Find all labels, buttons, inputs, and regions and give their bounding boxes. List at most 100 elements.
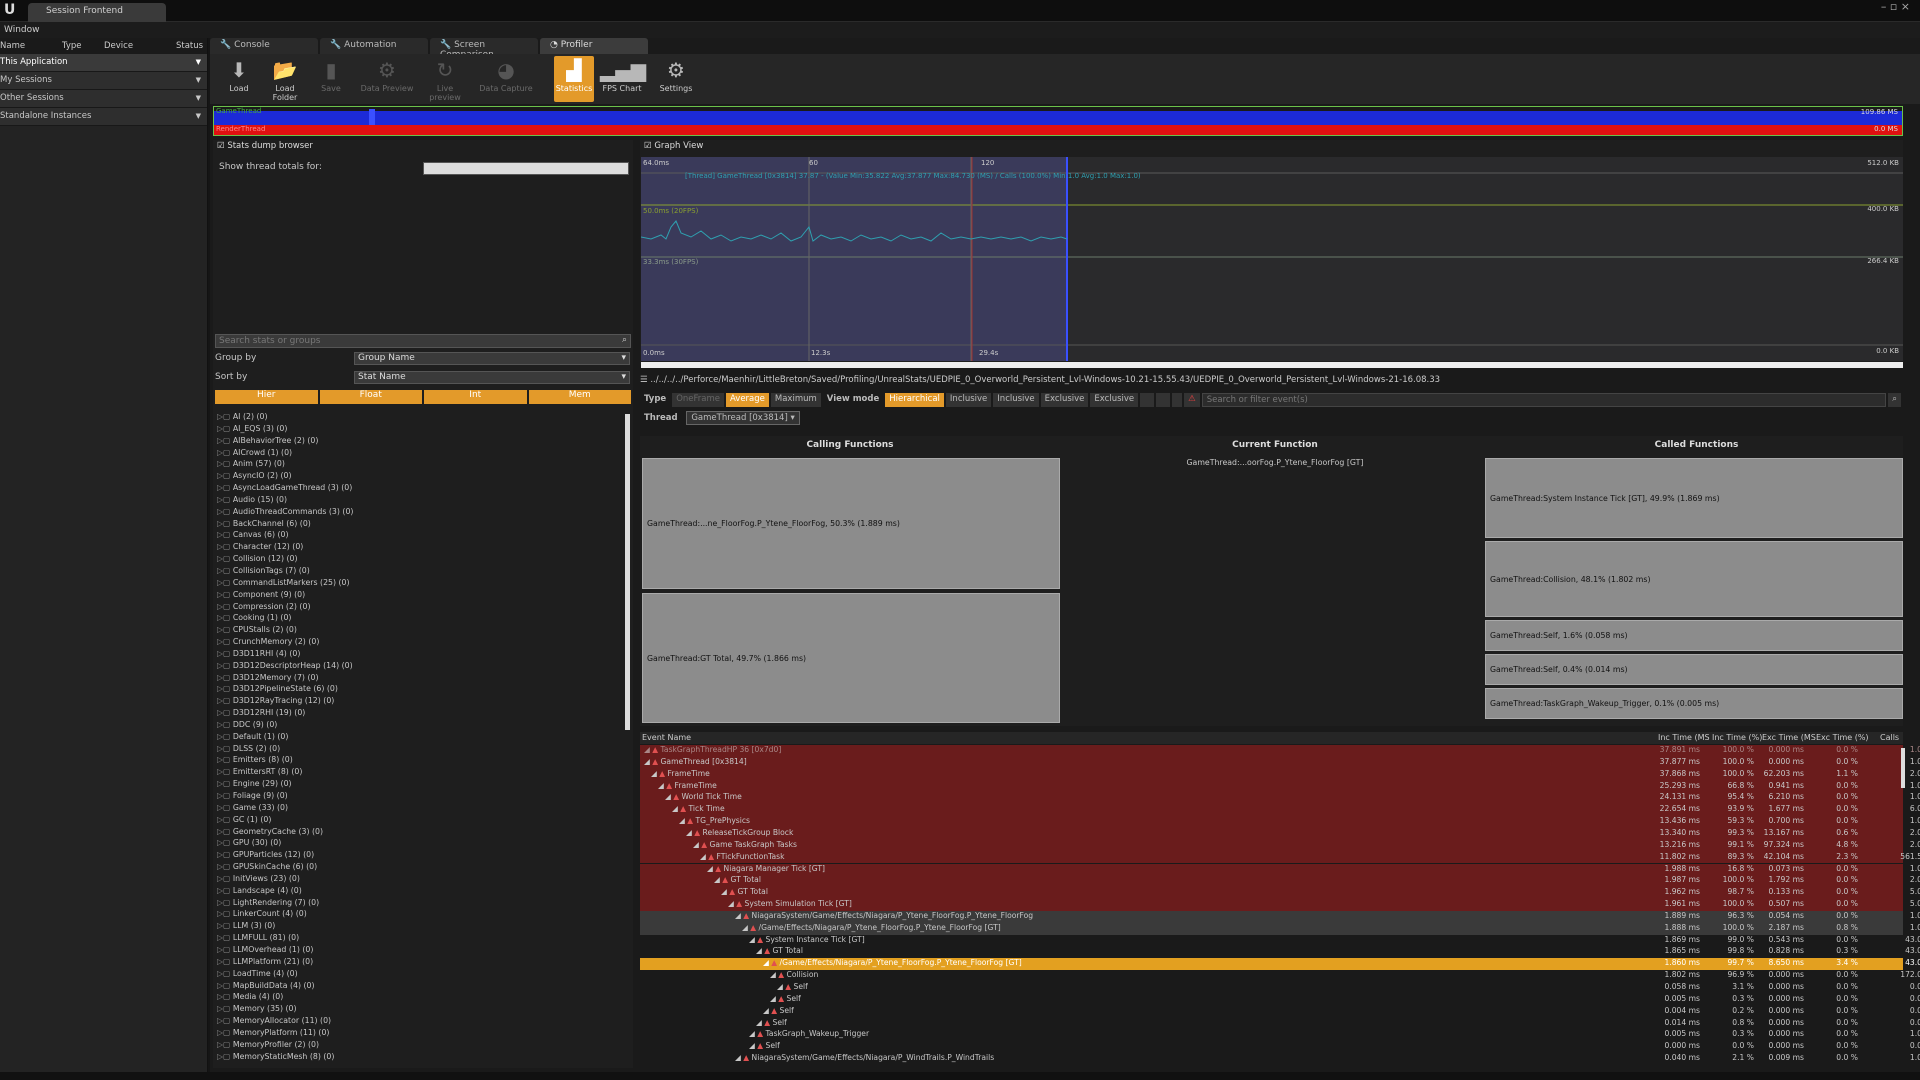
stat-group-row[interactable]: ▷▢ DLSS (2) (0)	[215, 744, 623, 756]
session-row[interactable]: Standalone Instances ▼	[0, 108, 207, 126]
stat-group-row[interactable]: ▷▢ GC (1) (0)	[215, 815, 623, 827]
table-row[interactable]: ◢ ▲ Self 0.000 ms 0.0 % 0.000 ms 0.0 % 0.0	[640, 1041, 1920, 1053]
sort-by-select[interactable]: Stat Name ▾	[354, 371, 630, 384]
load-button[interactable]: ⬇ Load	[216, 56, 262, 102]
window-controls[interactable]: – ▫ ×	[1881, 0, 1910, 13]
stat-group-row[interactable]: ▷▢ Component (9) (0)	[215, 590, 623, 602]
col-status[interactable]: Status	[176, 41, 206, 51]
live-preview-button[interactable]: ↻ Live preview	[420, 56, 470, 102]
stat-group-row[interactable]: ▷▢ DDC (9) (0)	[215, 720, 623, 732]
session-row[interactable]: Other Sessions ▼	[0, 90, 207, 108]
stat-group-row[interactable]: ▷▢ AsyncLoadGameThread (3) (0)	[215, 483, 623, 495]
thread-timeline[interactable]: GameThread RenderThread 109.86 MS 0.0 MS	[213, 106, 1903, 136]
data-capture-button[interactable]: ◕ Data Capture	[478, 56, 534, 102]
history-back-button[interactable]	[1140, 393, 1155, 407]
search-icon[interactable]: ⌕	[1888, 393, 1901, 407]
session-row[interactable]: This Application ▼	[0, 54, 207, 72]
stat-group-row[interactable]: ▷▢ AI (2) (0)	[215, 412, 623, 424]
stat-group-row[interactable]: ▷▢ AICrowd (1) (0)	[215, 448, 623, 460]
stat-group-row[interactable]: ▷▢ Default (1) (0)	[215, 732, 623, 744]
data-preview-button[interactable]: ⚙ Data Preview	[360, 56, 414, 102]
stat-group-row[interactable]: ▷▢ CollisionTags (7) (0)	[215, 566, 623, 578]
fps-chart-button[interactable]: ▂▄▆ FPS Chart	[600, 56, 646, 102]
stat-group-row[interactable]: ▷▢ LinkerCount (4) (0)	[215, 909, 623, 921]
tab-console[interactable]: 🔧 Console	[210, 38, 318, 54]
called-function-box[interactable]: GameThread:Self, 0.4% (0.014 ms)	[1485, 654, 1903, 685]
table-row[interactable]: ◢ ▲ Tick Time 22.654 ms 93.9 % 1.677 ms 0.0 …	[640, 804, 1920, 817]
table-row[interactable]: ◢ ▲ FTickFunctionTask 11.802 ms 89.3 % 42.1…	[640, 851, 1920, 864]
tree-scrollbar[interactable]	[625, 414, 630, 730]
stat-group-row[interactable]: ▷▢ AudioThreadCommands (3) (0)	[215, 507, 623, 519]
col-inc-time-pct[interactable]: Inc Time (%)	[1712, 733, 1762, 742]
stat-group-row[interactable]: ▷▢ GeometryCache (3) (0)	[215, 827, 623, 839]
stat-group-row[interactable]: ▷▢ LoadTime (4) (0)	[215, 969, 623, 981]
stat-group-row[interactable]: ▷▢ CPUStalls (2) (0)	[215, 625, 623, 637]
culling-icon[interactable]: ⚠	[1184, 393, 1200, 407]
table-row[interactable]: ◢ ▲ GT Total 1.962 ms 98.7 % 0.133 ms 0.0 % 5…	[640, 887, 1920, 900]
hierarchical-button[interactable]: Hierarchical	[885, 393, 944, 407]
oneframe-button[interactable]: OneFrame	[672, 393, 724, 407]
col-type[interactable]: Type	[62, 41, 104, 51]
table-row[interactable]: ◢ ▲ System Instance Tick [GT] 1.869 ms 99.…	[640, 935, 1920, 947]
calling-function-box[interactable]: GameThread:...ne_FloorFog.P_Ytene_FloorF…	[642, 458, 1060, 589]
tab-automation[interactable]: 🔧 Automation	[320, 38, 428, 54]
stat-group-row[interactable]: ▷▢ Audio (15) (0)	[215, 495, 623, 507]
graph-canvas[interactable]: 64.0ms 60 120 512.0 KB 400.0 KB 266.4 KB…	[640, 157, 1903, 361]
stat-group-row[interactable]: ▷▢ Anim (57) (0)	[215, 459, 623, 471]
stat-group-row[interactable]: ▷▢ Compression (2) (0)	[215, 602, 623, 614]
col-name[interactable]: Name	[0, 41, 62, 51]
event-scrollbar[interactable]	[1901, 748, 1905, 788]
event-search-input[interactable]: Search or filter event(s)	[1201, 393, 1887, 407]
graph-scrollbar[interactable]	[641, 362, 1903, 368]
stat-group-row[interactable]: ▷▢ MemoryAllocator (11) (0)	[215, 1016, 623, 1028]
table-row[interactable]: ◢ ▲ Self 0.058 ms 3.1 % 0.000 ms 0.0 % 0.0	[640, 982, 1920, 994]
stat-group-row[interactable]: ▷▢ D3D12PipelineState (6) (0)	[215, 684, 623, 696]
stat-group-row[interactable]: ▷▢ CommandListMarkers (25) (0)	[215, 578, 623, 590]
stat-group-row[interactable]: ▷▢ MemoryStaticMesh (8) (0)	[215, 1052, 623, 1064]
stat-group-row[interactable]: ▷▢ GPUParticles (12) (0)	[215, 850, 623, 862]
stat-group-row[interactable]: ▷▢ Game (33) (0)	[215, 803, 623, 815]
session-row[interactable]: My Sessions ▼	[0, 72, 207, 90]
stat-group-row[interactable]: ▷▢ Landscape (4) (0)	[215, 886, 623, 898]
table-row[interactable]: ◢ ▲ GameThread [0x3814] 37.877 ms 100.0 % 0…	[640, 756, 1920, 769]
thread-totals-combo[interactable]	[423, 162, 629, 175]
load-folder-button[interactable]: 📂 Load Folder	[262, 56, 308, 102]
table-row[interactable]: ◢ ▲ Self 0.014 ms 0.8 % 0.000 ms 0.0 % 0.0	[640, 1018, 1920, 1030]
stat-group-row[interactable]: ▷▢ Character (12) (0)	[215, 542, 623, 554]
stat-group-row[interactable]: ▷▢ Memory (35) (0)	[215, 1004, 623, 1016]
called-function-box[interactable]: GameThread:TaskGraph_Wakeup_Trigger, 0.1…	[1485, 688, 1903, 719]
stat-group-row[interactable]: ▷▢ BackChannel (6) (0)	[215, 519, 623, 531]
stat-group-row[interactable]: ▷▢ CrunchMemory (2) (0)	[215, 637, 623, 649]
called-function-box[interactable]: GameThread:Collision, 48.1% (1.802 ms)	[1485, 541, 1903, 617]
filter-hier[interactable]: Hier	[215, 390, 318, 404]
stat-group-row[interactable]: ▷▢ AI_EQS (3) (0)	[215, 424, 623, 436]
table-row[interactable]: ◢ ▲ Collision 1.802 ms 96.9 % 0.000 ms 0.0 %…	[640, 970, 1920, 982]
save-button[interactable]: ▮ Save	[308, 56, 354, 102]
maximum-button[interactable]: Maximum	[770, 393, 821, 407]
exclusive-button[interactable]: Exclusive	[1040, 393, 1089, 407]
stat-group-row[interactable]: ▷▢ LLMPlatform (21) (0)	[215, 957, 623, 969]
search-stats-input[interactable]: Search stats or groups ⌕	[215, 334, 631, 348]
col-device[interactable]: Device	[104, 41, 176, 51]
stat-group-row[interactable]: ▷▢ D3D12Memory (7) (0)	[215, 673, 623, 685]
table-row[interactable]: ◢ ▲ GT Total 1.865 ms 99.8 % 0.828 ms 0.3 % 4…	[640, 946, 1920, 958]
app-tab[interactable]: Session Frontend	[28, 3, 166, 22]
checkbox-icon[interactable]: ☑	[217, 141, 227, 151]
table-row[interactable]: ◢ ▲ Self 0.004 ms 0.2 % 0.000 ms 0.0 % 0.0	[640, 1006, 1920, 1018]
stat-group-row[interactable]: ▷▢ GPU (30) (0)	[215, 838, 623, 850]
stat-group-row[interactable]: ▷▢ Engine (29) (0)	[215, 779, 623, 791]
settings-button[interactable]: ⚙ Settings	[656, 56, 696, 102]
stat-group-row[interactable]: ▷▢ D3D12DescriptorHeap (14) (0)	[215, 661, 623, 673]
called-function-box[interactable]: GameThread:System Instance Tick [GT], 49…	[1485, 458, 1903, 538]
filter-mem[interactable]: Mem	[528, 390, 631, 404]
stat-group-row[interactable]: ▷▢ Canvas (6) (0)	[215, 530, 623, 542]
stat-group-row[interactable]: ▷▢ LLMFULL (81) (0)	[215, 933, 623, 945]
stat-group-row[interactable]: ▷▢ Emitters (8) (0)	[215, 755, 623, 767]
table-row[interactable]: ◢ ▲ System Simulation Tick [GT] 1.961 ms 1…	[640, 899, 1920, 911]
group-by-select[interactable]: Group Name ▾	[354, 352, 630, 365]
table-row[interactable]: ◢ ▲ FrameTime 37.868 ms 100.0 % 62.203 ms 1.…	[640, 768, 1920, 781]
exclusive-button[interactable]: Exclusive	[1090, 393, 1139, 407]
stat-group-row[interactable]: ▷▢ AIBehaviorTree (2) (0)	[215, 436, 623, 448]
stat-group-row[interactable]: ▷▢ LightRendering (7) (0)	[215, 898, 623, 910]
table-row[interactable]: ◢ ▲ /Game/Effects/Niagara/P_Ytene_FloorF…	[640, 958, 1920, 971]
